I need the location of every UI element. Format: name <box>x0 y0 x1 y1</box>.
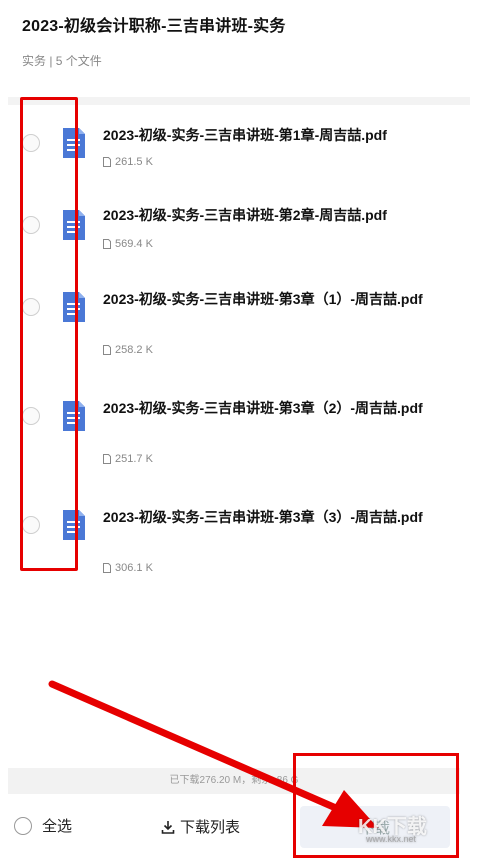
file-size-value: 251.7 K <box>115 453 153 465</box>
watermark-url: www.kkx.net <box>366 834 417 844</box>
page-title: 2023-初级会计职称-三吉串讲班-实务 <box>22 18 286 35</box>
file-size-icon <box>103 563 111 573</box>
file-size: 261.5 K <box>103 156 153 168</box>
select-all-radio[interactable] <box>14 816 32 835</box>
select-all-button[interactable]: 全选 <box>14 815 72 836</box>
file-size-icon <box>103 454 111 464</box>
file-size: 251.7 K <box>103 453 153 465</box>
file-size-value: 261.5 K <box>115 156 153 168</box>
file-name: 2023-初级-实务-三吉串讲班-第2章-周吉喆.pdf <box>103 207 387 223</box>
file-size-icon <box>103 239 111 249</box>
file-name: 2023-初级-实务-三吉串讲班-第1章-周吉喆.pdf <box>103 127 387 143</box>
file-size-icon <box>103 345 111 355</box>
file-size-icon <box>103 157 111 167</box>
file-size: 258.2 K <box>103 344 153 356</box>
file-size-value: 258.2 K <box>115 344 153 356</box>
file-size-value: 569.4 K <box>115 238 153 250</box>
file-name: 2023-初级-实务-三吉串讲班-第3章（3）-周吉喆.pdf <box>103 509 423 525</box>
select-all-label: 全选 <box>42 818 73 835</box>
download-list-label: 下载列表 <box>180 819 241 836</box>
watermark-logo: KK下载 www.kkx.net <box>358 810 427 844</box>
file-size-value: 306.1 K <box>115 562 153 574</box>
download-icon <box>161 820 175 834</box>
folder-meta: 实务 | 5 个文件 <box>22 54 102 68</box>
file-name: 2023-初级-实务-三吉串讲班-第3章（1）-周吉喆.pdf <box>103 291 423 307</box>
file-name: 2023-初级-实务-三吉串讲班-第3章（2）-周吉喆.pdf <box>103 400 423 416</box>
file-size: 306.1 K <box>103 562 153 574</box>
file-size: 569.4 K <box>103 238 153 250</box>
annotation-highlight-box <box>20 97 78 571</box>
download-list-button[interactable]: 下载列表 <box>160 816 240 837</box>
